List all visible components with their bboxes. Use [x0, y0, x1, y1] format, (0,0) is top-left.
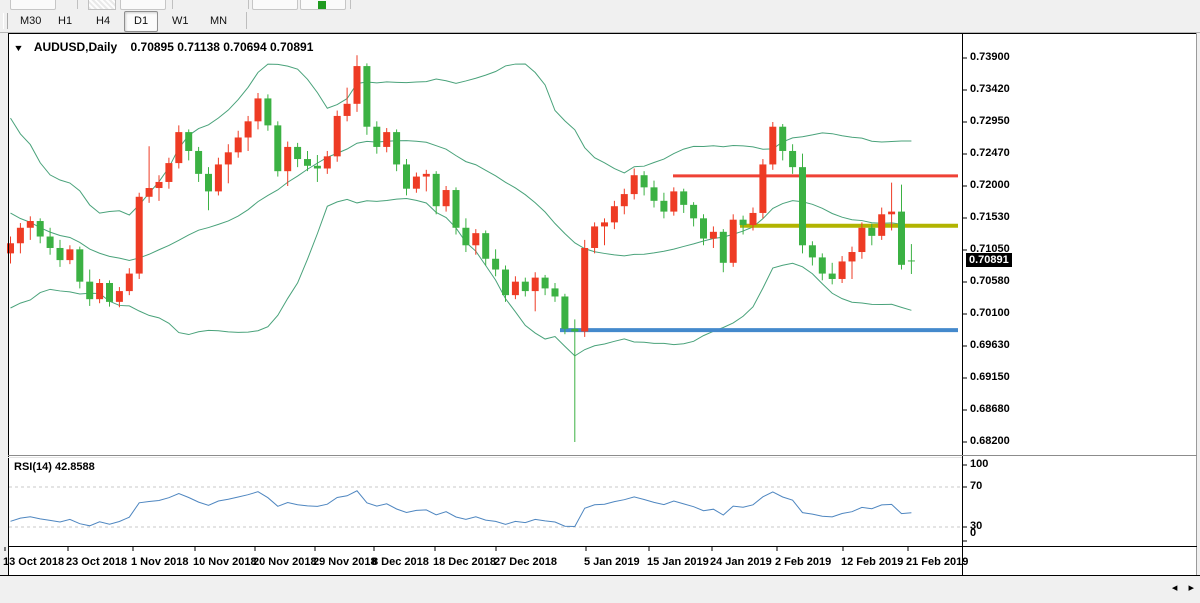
timeframe-button-w1[interactable]: W1	[162, 11, 199, 32]
toolbar-separator	[350, 0, 351, 9]
trading-terminal-window: M30 H1 H4 D1 W1 MN ▼ AUDUSD,Daily 0.70895 0.7…	[0, 0, 1200, 603]
toolbar-grip[interactable]	[3, 13, 8, 29]
toolbar-separator	[246, 12, 247, 29]
current-price-tag: 0.70891	[966, 253, 1012, 267]
toolbar-button-partial[interactable]	[88, 0, 116, 10]
date-axis-label: 23 Oct 2018	[66, 556, 128, 568]
price-axis-label: 0.70580	[970, 275, 1010, 287]
date-axis-label: 24 Jan 2019	[710, 556, 772, 568]
rsi-axis-label: 100	[970, 458, 989, 470]
timeframe-button-d1[interactable]: D1	[124, 11, 159, 32]
date-axis-label: 15 Jan 2019	[647, 556, 709, 568]
price-axis-label: 0.72000	[970, 179, 1010, 191]
date-axis-label: 2 Feb 2019	[775, 556, 832, 568]
price-axis-label: 0.72950	[970, 115, 1010, 127]
price-axis-label: 0.73900	[970, 51, 1010, 63]
price-axis-label: 0.73420	[970, 83, 1010, 95]
price-axis-label: 0.68680	[970, 403, 1010, 415]
price-axis-label: 0.71530	[970, 211, 1010, 223]
tab-scroll-arrows: ◂ ▸	[1172, 581, 1198, 594]
chart-title: ▼ AUDUSD,Daily 0.70895 0.71138 0.70694 0…	[13, 40, 314, 54]
chart-symbol-label: AUDUSD,Daily	[33, 40, 118, 54]
date-axis-label: 12 Feb 2019	[841, 556, 904, 568]
date-axis-label: 1 Nov 2018	[131, 556, 189, 568]
date-axis-label: 13 Oct 2018	[3, 556, 65, 568]
price-axis-label: 0.69630	[970, 339, 1010, 351]
date-axis-label: 10 Nov 2018	[193, 556, 257, 568]
toolbar-button-partial[interactable]	[10, 0, 56, 10]
tab-scroll-left-icon[interactable]: ◂	[1172, 582, 1182, 594]
date-axis-label: 8 Dec 2018	[372, 556, 429, 568]
toolbar-button-partial[interactable]	[252, 0, 298, 10]
date-axis-label: 5 Jan 2019	[584, 556, 640, 568]
price-axis-label: 0.69150	[970, 371, 1010, 383]
price-axis-label: 0.71050	[970, 243, 1010, 255]
timeframe-toolbar: M30 H1 H4 D1 W1 MN	[0, 10, 1200, 33]
toolbar-button-partial[interactable]	[120, 0, 166, 10]
chart-window[interactable]	[8, 33, 1197, 575]
date-axis-label: 21 Feb 2019	[906, 556, 969, 568]
toolbar-separator	[77, 0, 78, 9]
price-axis-label: 0.70100	[970, 307, 1010, 319]
price-axis-label: 0.72470	[970, 147, 1010, 159]
timeframe-button-mn[interactable]: MN	[200, 11, 237, 32]
rsi-axis-label: 0	[970, 527, 977, 539]
rsi-indicator-label: RSI(14) 42.8588	[14, 461, 95, 473]
date-axis-label: 27 Dec 2018	[494, 556, 557, 568]
date-axis-label: 18 Dec 2018	[433, 556, 496, 568]
rsi-axis-label: 70	[970, 480, 983, 492]
chart-active-indicator-icon	[318, 1, 326, 9]
chart-ohlc-values: 0.70895 0.71138 0.70694 0.70891	[130, 40, 314, 54]
chart-dropdown-icon[interactable]: ▼	[13, 43, 24, 53]
price-axis-label: 0.68200	[970, 435, 1010, 447]
date-axis-label: 20 Nov 2018	[253, 556, 317, 568]
toolbar-separator	[248, 0, 249, 9]
date-axis-label: 29 Nov 2018	[313, 556, 377, 568]
timeframe-button-m30[interactable]: M30	[10, 11, 51, 32]
toolbar-separator	[172, 0, 173, 9]
timeframe-button-h4[interactable]: H4	[86, 11, 120, 32]
tab-scroll-right-icon[interactable]: ▸	[1188, 582, 1198, 594]
timeframe-button-h1[interactable]: H1	[48, 11, 82, 32]
